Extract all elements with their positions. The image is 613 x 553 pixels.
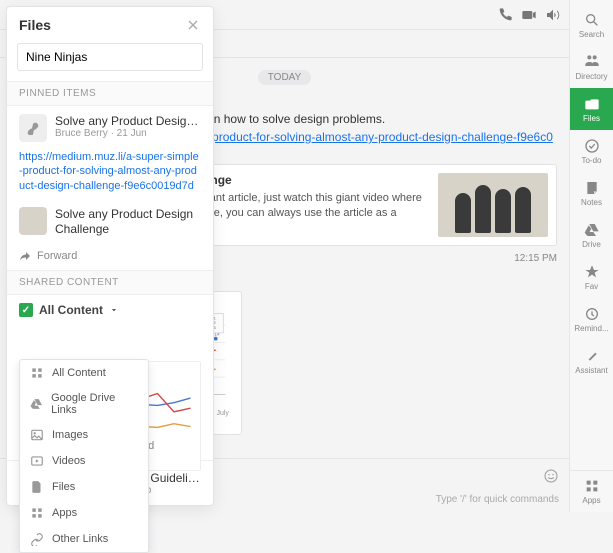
rail-remind[interactable]: Remind...	[570, 298, 613, 340]
directory-icon	[584, 54, 600, 70]
rail-assistant[interactable]: Assistant	[570, 340, 613, 382]
notes-icon	[584, 180, 600, 196]
wand-icon	[584, 348, 600, 364]
rail-notes[interactable]: Notes	[570, 172, 613, 214]
dropdown-item[interactable]: Apps	[20, 500, 148, 526]
star-icon	[584, 264, 600, 280]
panel-title: Files	[19, 17, 51, 33]
timestamp: 12:15 PM	[514, 253, 557, 264]
file-icon	[30, 480, 44, 494]
shared-header: SHARED CONTENT	[7, 270, 213, 295]
grid-icon	[30, 366, 44, 380]
apps-icon	[30, 506, 44, 520]
app-rail: Search Directory Files To-do Notes Drive…	[569, 0, 613, 512]
drive-icon	[30, 397, 43, 411]
pinned-title: Solve any Product Design Challenge	[55, 207, 201, 238]
rail-drive[interactable]: Drive	[570, 214, 613, 256]
dropdown-item[interactable]: Videos	[20, 448, 148, 474]
todo-icon	[584, 138, 600, 154]
image-icon	[30, 428, 44, 442]
files-icon	[584, 96, 600, 112]
emoji-icon[interactable]	[543, 468, 559, 484]
phone-icon[interactable]	[497, 7, 513, 23]
video-icon[interactable]	[521, 7, 537, 23]
video-icon	[30, 454, 44, 468]
link-icon	[30, 532, 44, 546]
dropdown-item[interactable]: Files	[20, 474, 148, 500]
files-panel: Files PINNED ITEMS Solve any Product Des…	[6, 6, 214, 506]
content-filter-dropdown: All Content Google Drive Links Images Vi…	[19, 359, 149, 553]
rail-search[interactable]: Search	[570, 4, 613, 46]
rail-directory[interactable]: Directory	[570, 46, 613, 88]
dropdown-item[interactable]: Google Drive Links	[20, 386, 148, 422]
forward-action[interactable]: Forward	[37, 250, 77, 262]
forward-icon	[19, 250, 31, 262]
dropdown-item[interactable]: Images	[20, 422, 148, 448]
chevron-down-icon	[109, 305, 119, 315]
rail-todo[interactable]: To-do	[570, 130, 613, 172]
clock-icon	[584, 306, 600, 322]
card-thumbnail	[438, 173, 548, 237]
apps-icon	[584, 478, 600, 494]
dropdown-item[interactable]: All Content	[20, 360, 148, 386]
drive-icon	[584, 222, 600, 238]
rail-apps[interactable]: Apps	[570, 470, 613, 512]
link-icon	[19, 114, 47, 142]
rail-files[interactable]: Files	[570, 88, 613, 130]
rail-fav[interactable]: Fav	[570, 256, 613, 298]
pinned-title: Solve any Product Design C...	[55, 114, 205, 128]
pinned-meta: Bruce Berry · 21 Jun	[55, 128, 205, 139]
close-icon[interactable]	[185, 17, 201, 33]
checkbox-icon: ✓	[19, 303, 33, 317]
date-pill: TODAY	[258, 70, 312, 85]
thumbnail-icon	[19, 207, 47, 235]
all-content-filter[interactable]: ✓ All Content	[7, 295, 213, 325]
pinned-item[interactable]: Solve any Product Design C... Bruce Berr…	[7, 106, 213, 150]
pinned-header: PINNED ITEMS	[7, 81, 213, 106]
dropdown-item[interactable]: Other Links	[20, 526, 148, 552]
search-icon	[584, 12, 600, 28]
panel-search-input[interactable]	[17, 43, 203, 71]
pinned-link[interactable]: https://medium.muz.li/a-super-simple-pro…	[7, 150, 213, 199]
pinned-item[interactable]: Solve any Product Design Challenge	[7, 199, 213, 246]
volume-icon[interactable]	[545, 7, 561, 23]
